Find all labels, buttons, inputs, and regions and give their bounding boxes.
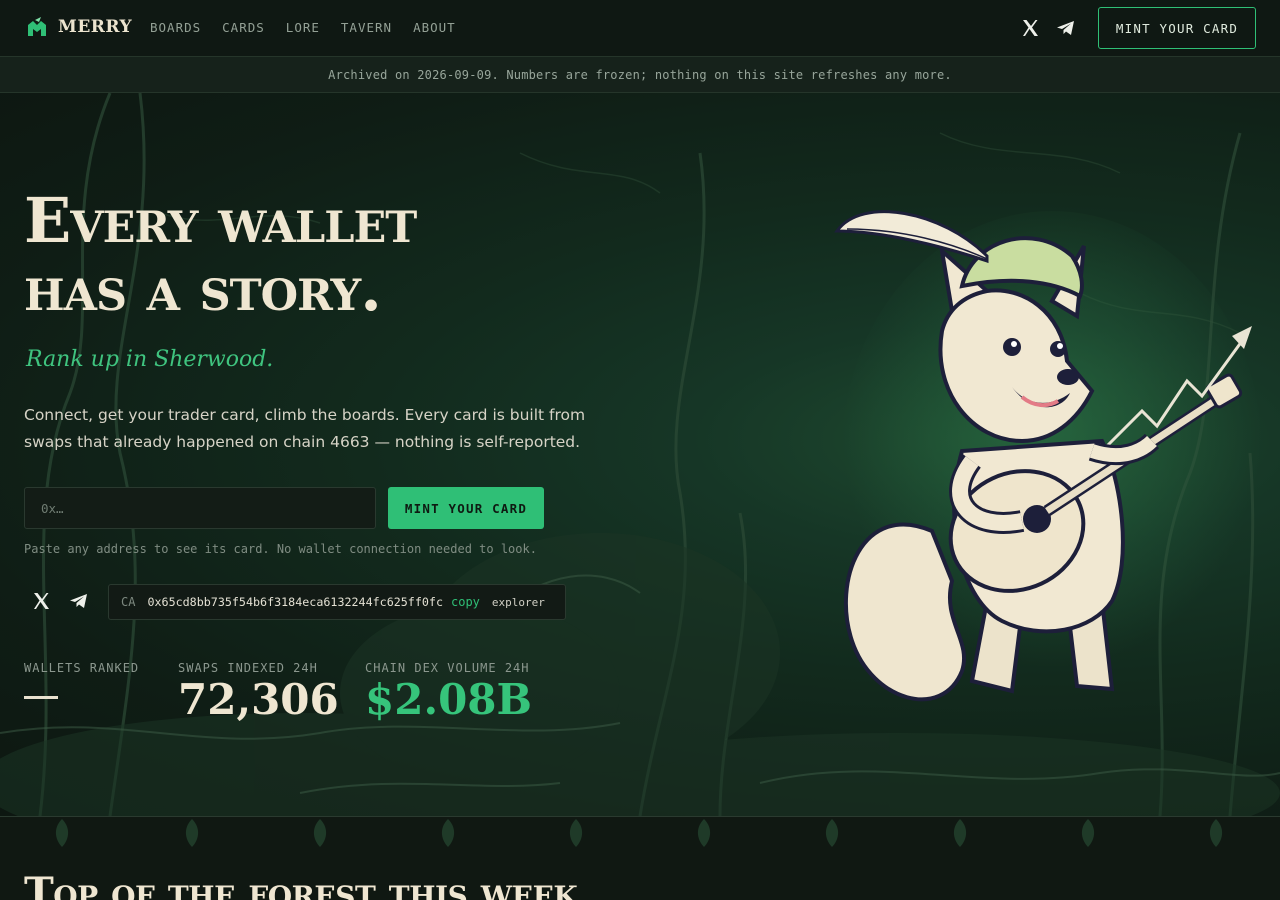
stat-label: SWAPS INDEXED 24H [178,661,318,675]
stat-swaps-indexed: SWAPS INDEXED 24H 72,306 [178,661,339,723]
stat-dex-volume: CHAIN DEX VOLUME 24H $2.08B [365,661,532,723]
hero-title: Every wallet has a story. [24,184,417,325]
archive-banner-text: Archived on 2026-09-09. Numbers are froz… [328,67,952,82]
x-icon[interactable] [1019,17,1041,39]
explorer-link[interactable]: explorer [492,596,545,609]
hero-description: Connect, get your trader card, climb the… [24,406,586,451]
fox-bard-mascot [834,210,1262,702]
address-hint: Paste any address to see its card. No wa… [24,542,537,556]
brand-name: MERRY [58,17,133,37]
contract-address-value: 0x65cd8bb735f54b6f3184eca6132244fc625ff0… [147,595,443,609]
mint-card-button[interactable]: MINT YOUR CARD [388,487,544,529]
telegram-icon[interactable] [1055,17,1077,39]
nav-mint-button[interactable]: MINT YOUR CARD [1098,7,1256,49]
nav-link-about[interactable]: ABOUT [413,20,456,35]
hero-title-line-1: Every wallet [24,184,417,257]
stat-wallets-ranked: WALLETS RANKED [24,661,139,699]
leaf-border-decoration [55,819,1223,847]
top-navbar: MERRY BOARDS CARDS LORE TAVERN ABOUT MIN… [0,0,1280,57]
contract-address-label: CA [121,595,136,609]
x-icon[interactable] [30,590,52,612]
brand[interactable]: MERRY [26,16,132,38]
nav-links: BOARDS CARDS LORE TAVERN ABOUT [150,20,456,35]
hero-title-line-2: has a story. [24,252,382,325]
nav-link-cards[interactable]: CARDS [222,20,265,35]
stat-label: CHAIN DEX VOLUME 24H [365,661,530,675]
stat-label: WALLETS RANKED [24,661,140,675]
nav-link-tavern[interactable]: TAVERN [341,20,392,35]
nav-link-boards[interactable]: BOARDS [150,20,201,35]
hero-section: Every wallet has a story. Rank up in She… [0,93,1280,816]
stat-value: 72,306 [178,675,339,724]
copy-address-button[interactable]: copy [451,595,480,609]
stat-placeholder-dash [24,696,58,699]
leaderboard-section: Top of the forest this week [0,816,1280,900]
stat-value: $2.08B [365,675,533,724]
wallet-address-input[interactable] [24,487,376,529]
nav-link-lore[interactable]: LORE [286,20,320,35]
archive-banner: Archived on 2026-09-09. Numbers are froz… [0,57,1280,93]
merry-logo-icon [28,17,46,36]
telegram-icon[interactable] [68,590,90,612]
hero-tagline: Rank up in Sherwood. [26,347,274,372]
section-title: Top of the forest this week [24,869,578,900]
contract-address-box: CA 0x65cd8bb735f54b6f3184eca6132244fc625… [108,584,566,620]
